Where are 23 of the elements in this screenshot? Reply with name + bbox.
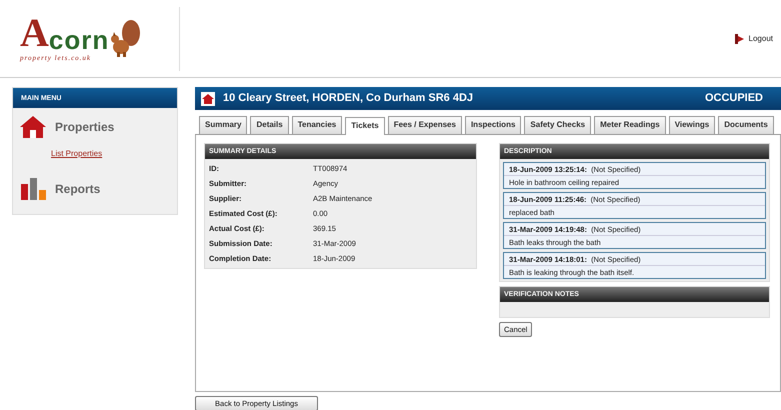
property-status: OCCUPIED xyxy=(704,91,763,106)
squirrel-icon xyxy=(109,18,142,58)
logo-text: corn xyxy=(48,27,110,54)
logout-link[interactable]: Logout xyxy=(734,32,773,44)
tab[interactable]: Inspections xyxy=(464,116,522,134)
property-address: 10 Cleary Street, HORDEN, Co Durham SR6 4DJ xyxy=(223,91,474,106)
menu-heading: Properties xyxy=(55,119,114,136)
tab[interactable]: Documents xyxy=(718,116,774,134)
tab[interactable]: Tickets xyxy=(345,117,385,135)
tab[interactable]: Safety Checks xyxy=(524,116,592,134)
tab[interactable]: Viewings xyxy=(668,116,716,134)
logo-letter: A xyxy=(20,13,49,54)
menu-heading: Reports xyxy=(55,181,100,198)
tab[interactable]: Fees / Expenses xyxy=(388,116,462,134)
bar-chart-icon xyxy=(19,176,47,202)
tab[interactable]: Details xyxy=(250,116,289,134)
logout-icon xyxy=(734,32,745,44)
tab[interactable]: Summary xyxy=(199,116,248,134)
house-icon xyxy=(19,114,47,140)
tab[interactable]: Tenancies xyxy=(292,116,342,134)
house-icon xyxy=(201,92,215,106)
menu-link[interactable]: List Properties xyxy=(51,148,102,160)
tab[interactable]: Meter Readings xyxy=(594,116,666,134)
